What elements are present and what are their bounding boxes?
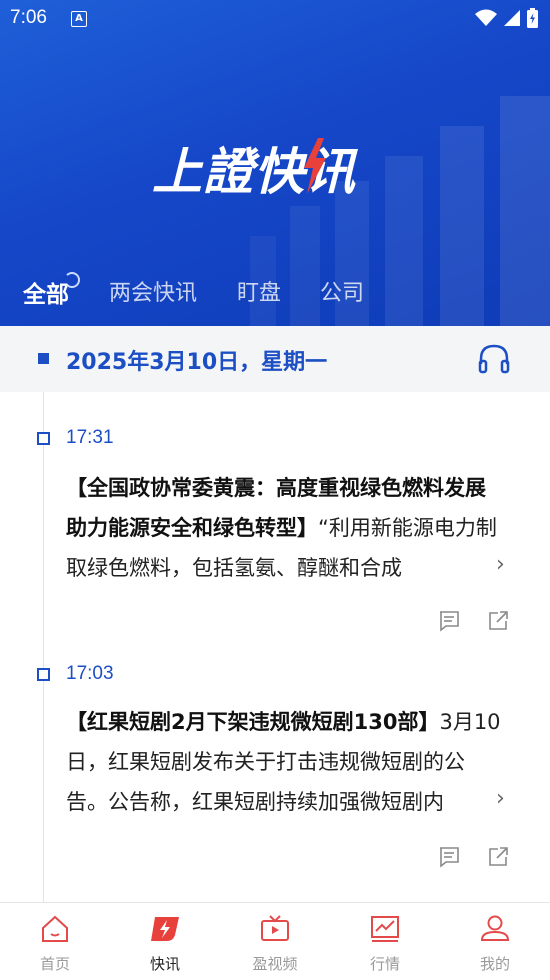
nav-label: 首页 xyxy=(39,955,70,973)
date-text: 2025年3月10日，星期一 xyxy=(66,350,328,375)
notification-a-icon: A xyxy=(71,11,87,27)
chevron-right-icon[interactable]: › xyxy=(496,552,505,577)
status-icons xyxy=(475,8,538,28)
news-marker xyxy=(37,668,50,681)
news-title: 【红果短剧2月下架违规微短剧130部】 xyxy=(66,710,440,734)
timeline-line xyxy=(43,392,44,902)
active-tab-indicator xyxy=(64,272,80,288)
comment-icon[interactable] xyxy=(438,610,460,632)
news-time: 17:31 xyxy=(66,427,114,448)
news-content[interactable]: 【红果短剧2月下架违规微短剧130部】3月10日，红果短剧发布关于打击违规微短剧… xyxy=(66,702,506,822)
app-logo: 上證快讯 xyxy=(152,132,398,201)
nav-home[interactable]: 首页 xyxy=(0,903,110,980)
signal-icon xyxy=(504,10,520,26)
home-icon xyxy=(42,915,68,942)
nav-label: 快讯 xyxy=(149,955,180,973)
nav-label: 行情 xyxy=(369,955,400,973)
battery-icon xyxy=(527,8,538,28)
news-time: 17:03 xyxy=(66,663,114,684)
status-time: 7:06 xyxy=(10,7,47,28)
tab-two-sessions[interactable]: 两会快讯 xyxy=(109,275,197,307)
tv-icon xyxy=(261,915,289,941)
nav-flash[interactable]: 快讯 xyxy=(110,903,220,980)
news-content[interactable]: 【全国政协常委黄震：高度重视绿色燃料发展 助力能源安全和绿色转型】“利用新能源电… xyxy=(66,468,506,588)
flash-icon xyxy=(151,917,179,941)
wifi-icon xyxy=(475,9,497,26)
date-marker xyxy=(38,353,49,364)
share-icon[interactable] xyxy=(487,610,509,632)
user-icon xyxy=(480,915,510,941)
tab-company[interactable]: 公司 xyxy=(320,275,364,307)
share-icon[interactable] xyxy=(487,846,509,868)
comment-icon[interactable] xyxy=(438,846,460,868)
news-marker xyxy=(37,432,50,445)
nav-label: 我的 xyxy=(479,955,510,973)
date-bar: 2025年3月10日，星期一 xyxy=(0,326,550,392)
chevron-right-icon[interactable]: › xyxy=(496,786,505,811)
chart-icon xyxy=(371,916,399,942)
lightning-icon xyxy=(304,138,326,194)
header-banner: 7:06 A 上證快讯 全部 两会快讯 盯盘 公司 xyxy=(0,0,550,326)
nav-video[interactable]: 盈视频 xyxy=(220,903,330,980)
headphone-icon[interactable] xyxy=(478,344,510,374)
bottom-nav: 首页 快讯 盈视频 行情 我的 xyxy=(0,902,550,980)
nav-label: 盈视频 xyxy=(252,955,298,973)
nav-market[interactable]: 行情 xyxy=(330,903,440,980)
category-tabs: 全部 两会快讯 盯盘 公司 xyxy=(0,272,550,315)
tab-watch-market[interactable]: 盯盘 xyxy=(237,275,281,307)
nav-profile[interactable]: 我的 xyxy=(440,903,550,980)
tab-all[interactable]: 全部 xyxy=(23,275,69,309)
status-bar: 7:06 A xyxy=(0,0,550,36)
